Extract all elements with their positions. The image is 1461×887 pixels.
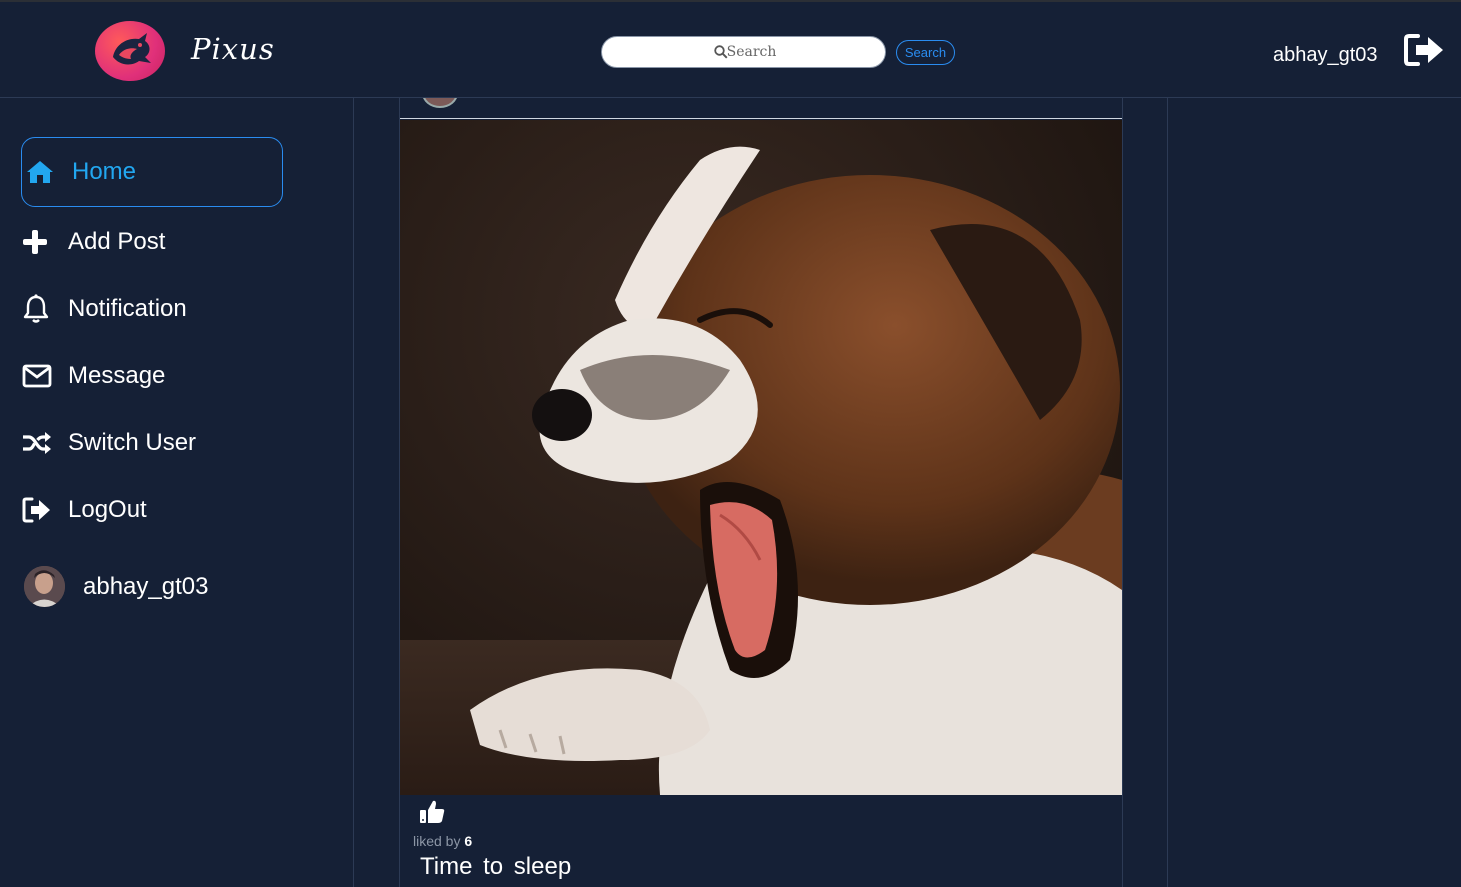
sign-out-icon bbox=[22, 494, 54, 526]
avatar[interactable] bbox=[24, 566, 65, 607]
post-card: liked by 6 Time to sleep bbox=[399, 98, 1123, 887]
sidebar-item-label: LogOut bbox=[68, 496, 147, 523]
dragon-logo-icon[interactable] bbox=[95, 21, 165, 81]
sidebar-item-add-post[interactable]: Add Post bbox=[22, 226, 165, 258]
post-caption: Time to sleep bbox=[420, 853, 572, 880]
sidebar-item-switch-user[interactable]: Switch User bbox=[22, 427, 196, 459]
top-bar: Pixus Search abhay_gt03 bbox=[0, 0, 1461, 98]
sidebar-username: abhay_gt03 bbox=[83, 572, 209, 600]
liked-by-text: liked by 6 bbox=[413, 833, 472, 849]
sidebar-item-logout[interactable]: LogOut bbox=[22, 494, 147, 526]
header-username[interactable]: abhay_gt03 bbox=[1273, 44, 1378, 67]
sidebar-item-label: Notification bbox=[68, 295, 187, 322]
sidebar-user[interactable]: abhay_gt03 bbox=[24, 566, 208, 607]
search-input[interactable] bbox=[602, 37, 885, 67]
liked-by-label: liked by bbox=[413, 833, 461, 849]
sign-out-icon[interactable] bbox=[1404, 33, 1446, 71]
plus-icon bbox=[22, 226, 54, 258]
sidebar: Home Add Post Notification Message Switc… bbox=[0, 98, 354, 887]
sidebar-item-label: Message bbox=[68, 362, 166, 389]
sidebar-item-notification[interactable]: Notification bbox=[22, 293, 187, 325]
home-icon bbox=[26, 156, 58, 188]
search-button[interactable]: Search bbox=[896, 40, 955, 65]
feed: liked by 6 Time to sleep bbox=[354, 98, 1168, 887]
envelope-icon bbox=[22, 360, 54, 392]
brand-name: Pixus bbox=[191, 32, 275, 66]
bell-icon bbox=[22, 293, 54, 325]
like-count: 6 bbox=[464, 833, 473, 849]
sidebar-item-label: Add Post bbox=[68, 228, 166, 255]
thumbs-up-icon bbox=[420, 800, 445, 823]
like-button[interactable] bbox=[418, 798, 446, 830]
sidebar-item-label: Switch User bbox=[68, 429, 197, 456]
post-divider bbox=[400, 118, 1122, 119]
post-image[interactable] bbox=[400, 120, 1122, 795]
search-box[interactable] bbox=[601, 36, 886, 68]
shuffle-icon bbox=[22, 427, 54, 459]
sidebar-item-home[interactable]: Home bbox=[21, 137, 283, 207]
sidebar-item-message[interactable]: Message bbox=[22, 360, 165, 392]
sidebar-item-label: Home bbox=[72, 158, 137, 185]
